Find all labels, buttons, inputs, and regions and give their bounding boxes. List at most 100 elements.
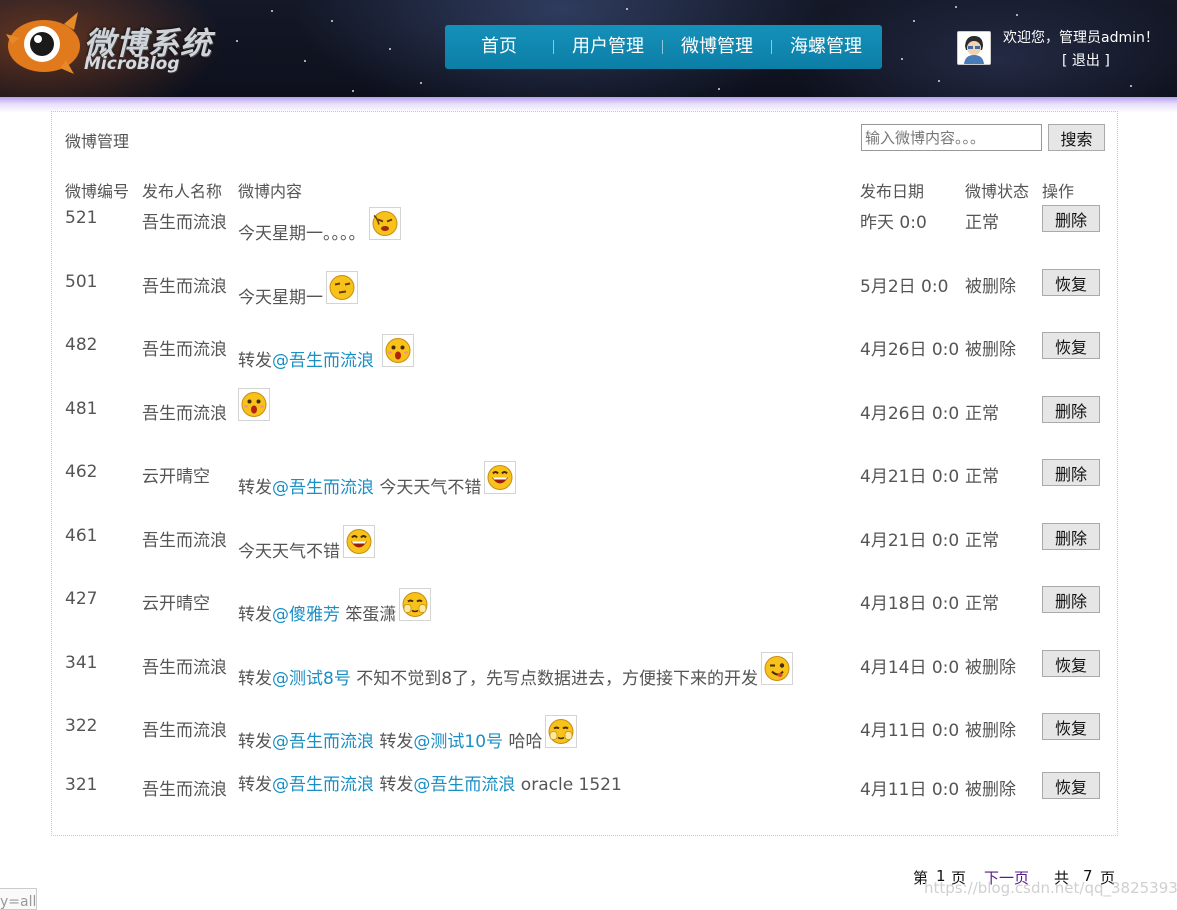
row-content: 今天天气不错	[238, 525, 375, 562]
table-row: 461 吾生而流浪 今天天气不错 4月21日 0:0 正常 删除	[52, 523, 1119, 586]
row-id: 341	[65, 653, 98, 673]
row-status: 正常	[965, 213, 999, 233]
content-text: 今天星期一。。。。	[238, 224, 366, 244]
row-content: 转发@吾生而流浪 转发@吾生而流浪 oracle 1521	[238, 775, 622, 795]
nav-weibo-management[interactable]: 微博管理	[663, 25, 771, 69]
row-status: 被删除	[965, 658, 1016, 678]
content-segment	[374, 351, 379, 371]
row-content: 转发@傻雅芳 笨蛋潇	[238, 588, 432, 625]
nav-user-management[interactable]: 用户管理	[554, 25, 662, 69]
search-button[interactable]: 搜索	[1048, 124, 1105, 151]
content-segment: 转发	[238, 478, 272, 498]
star-decoration	[420, 82, 422, 84]
site-logo[interactable]: 微博系统 MicroBlog	[4, 4, 214, 76]
content-segment: 今天天气不错	[374, 478, 482, 498]
content-segment: 转发	[374, 775, 414, 795]
csdn-watermark: https://blog.csdn.net/qq_38253931	[924, 879, 1177, 897]
mention-link[interactable]: @吾生而流浪	[272, 775, 374, 795]
shy-emoji-icon	[399, 588, 432, 621]
content-text: 转发@吾生而流浪 今天天气不错	[238, 478, 481, 498]
table-row: 481 吾生而流浪 4月26日 0:0 正常 删除	[52, 388, 1119, 459]
star-decoration	[913, 20, 915, 22]
row-author: 云开晴空	[142, 594, 210, 614]
content-segment: 今天星期一。。。。	[238, 224, 366, 244]
table-row: 322 吾生而流浪 转发@吾生而流浪 转发@测试10号 哈哈 4月11日 0:0 被删除…	[52, 713, 1119, 776]
row-date: 4月26日 0:0	[860, 404, 960, 424]
weibo-management-panel: 微博管理 搜索 微博编号 发布人名称 微博内容 发布日期 微博状态 操作 521…	[51, 111, 1118, 836]
row-id: 521	[65, 208, 98, 228]
row-date: 5月2日 0:0	[860, 277, 949, 297]
eye-mascot-icon	[6, 12, 80, 74]
mention-link[interactable]: @测试10号	[413, 732, 503, 752]
row-date: 4月26日 0:0	[860, 340, 960, 360]
content-segment: 转发	[238, 669, 272, 689]
row-content: 转发@吾生而流浪 转发@测试10号 哈哈	[238, 715, 578, 752]
table-row: 501 吾生而流浪 今天星期一 5月2日 0:0 被删除 恢复	[52, 269, 1119, 332]
site-header: 微博系统 MicroBlog 首页 用户管理 微博管理 海螺管理 欢迎您，管理员…	[0, 0, 1177, 97]
content-segment: 转发	[238, 605, 272, 625]
partial-window-stub: y=all	[0, 888, 37, 910]
row-author: 吾生而流浪	[142, 721, 227, 741]
content-segment: 转发	[238, 775, 272, 795]
row-content: 转发@测试8号 不知不觉到8了，先写点数据进去，方便接下来的开发	[238, 652, 794, 689]
logout-link[interactable]: 退出	[1072, 53, 1100, 69]
row-id: 501	[65, 272, 98, 292]
row-date: 昨天 0:0	[860, 213, 927, 233]
star-decoration	[938, 80, 940, 82]
mention-link[interactable]: @吾生而流浪	[413, 775, 515, 795]
row-content: 转发@吾生而流浪	[238, 334, 415, 371]
row-status: 被删除	[965, 780, 1016, 800]
column-header-date: 发布日期	[860, 182, 925, 201]
wink-emoji-icon	[761, 652, 794, 685]
logout-area: [ 退出 ]	[1062, 50, 1110, 70]
delete-button[interactable]: 删除	[1042, 459, 1100, 486]
row-status: 正常	[965, 467, 999, 487]
star-decoration	[1130, 85, 1132, 87]
row-author: 吾生而流浪	[142, 780, 227, 800]
restore-button[interactable]: 恢复	[1042, 772, 1100, 799]
panel-title: 微博管理	[65, 132, 130, 151]
surprised-emoji-icon	[238, 388, 270, 421]
restore-button[interactable]: 恢复	[1042, 650, 1100, 677]
welcome-text: 欢迎您，管理员admin！	[1003, 30, 1159, 46]
row-date: 4月21日 0:0	[860, 531, 960, 551]
user-avatar[interactable]	[957, 31, 991, 65]
nav-home[interactable]: 首页	[445, 25, 553, 69]
row-content	[238, 388, 270, 425]
column-header-content: 微博内容	[238, 182, 303, 201]
delete-button[interactable]: 删除	[1042, 586, 1100, 613]
delete-button[interactable]: 删除	[1042, 523, 1100, 550]
main-nav: 首页 用户管理 微博管理 海螺管理	[445, 25, 882, 69]
row-id: 462	[65, 462, 98, 482]
star-decoration	[236, 40, 238, 42]
content-segment: 笨蛋潇	[340, 605, 397, 625]
row-author: 吾生而流浪	[142, 340, 227, 360]
nav-conch-management[interactable]: 海螺管理	[772, 25, 880, 69]
search-input[interactable]	[861, 124, 1042, 151]
content-segment: 哈哈	[503, 732, 543, 752]
star-decoration	[901, 58, 903, 60]
restore-button[interactable]: 恢复	[1042, 269, 1100, 296]
mention-link[interactable]: @吾生而流浪	[272, 732, 374, 752]
row-author: 吾生而流浪	[142, 213, 227, 233]
content-segment: 转发	[374, 732, 414, 752]
delete-button[interactable]: 删除	[1042, 396, 1100, 423]
mention-link[interactable]: @吾生而流浪	[272, 478, 374, 498]
delete-button[interactable]: 删除	[1042, 205, 1100, 232]
content-segment: oracle 1521	[515, 775, 622, 795]
column-header-action: 操作	[1042, 182, 1075, 201]
restore-button[interactable]: 恢复	[1042, 332, 1100, 359]
row-id: 322	[65, 716, 98, 736]
star-decoration	[718, 88, 720, 90]
row-id: 461	[65, 526, 98, 546]
row-content: 今天星期一	[238, 271, 358, 308]
content-segment: 转发	[238, 351, 272, 371]
mention-link[interactable]: @测试8号	[272, 669, 351, 689]
restore-button[interactable]: 恢复	[1042, 713, 1100, 740]
table-row: 427 云开晴空 转发@傻雅芳 笨蛋潇 4月18日 0:0 正常 删除	[52, 586, 1119, 649]
mention-link[interactable]: @傻雅芳	[272, 605, 340, 625]
row-status: 被删除	[965, 721, 1016, 741]
mention-link[interactable]: @吾生而流浪	[272, 351, 374, 371]
row-id: 482	[65, 335, 98, 355]
star-decoration	[331, 20, 333, 22]
